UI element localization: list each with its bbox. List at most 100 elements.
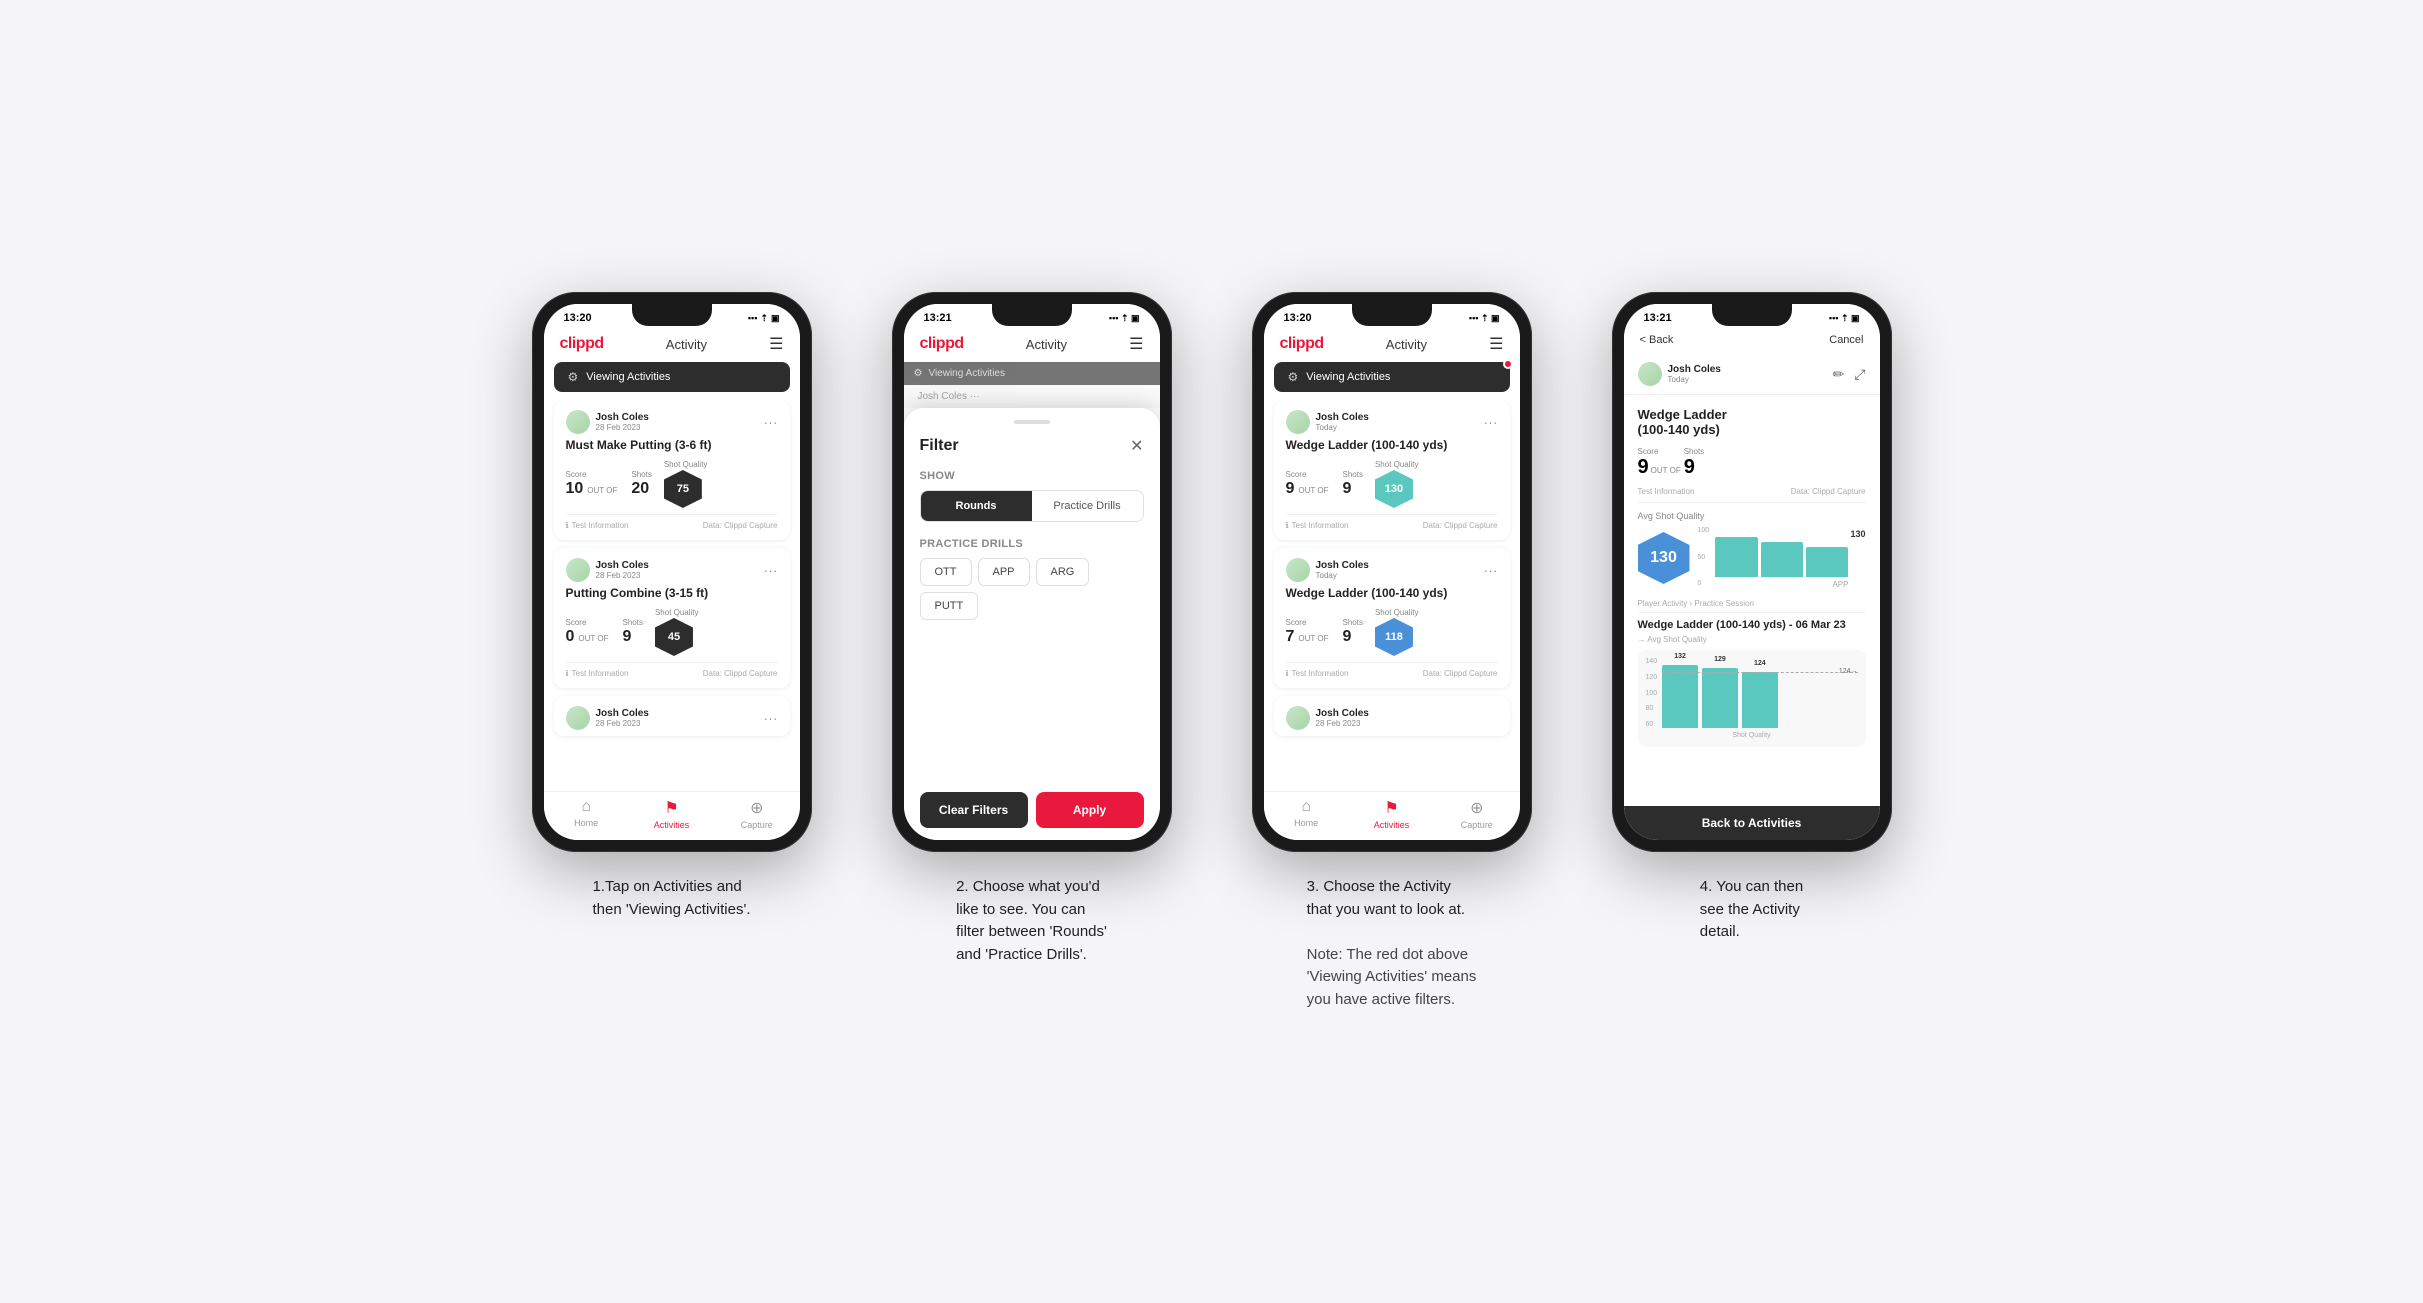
- activities-icon-3: ⚑: [1384, 798, 1398, 818]
- status-icons-2: ▪▪▪ ⇡ ▣: [1109, 313, 1140, 324]
- cancel-button[interactable]: Cancel: [1829, 334, 1863, 346]
- activity-card-2[interactable]: Josh Coles 28 Feb 2023 ··· Putting Combi…: [554, 548, 790, 688]
- shot-quality-badge-1: 75: [664, 470, 702, 508]
- avatar-3: [566, 706, 590, 730]
- drills-label: Practice Drills: [920, 538, 1144, 550]
- activity-title-2: Putting Combine (3-15 ft): [566, 586, 778, 600]
- stats-row-1: Score 10 OUT OF Shots 20: [566, 460, 778, 508]
- back-button[interactable]: < Back: [1640, 334, 1674, 346]
- user-name-2: Josh Coles: [596, 560, 649, 571]
- caption-1: 1.Tap on Activities and then 'Viewing Ac…: [592, 876, 750, 921]
- shots-label-1: Shots: [631, 470, 651, 479]
- score-value-2: 0: [566, 628, 575, 646]
- x-axis-label: Shot Quality: [1646, 732, 1858, 739]
- user-name-4: Josh Coles: [1668, 364, 1721, 375]
- chart-value-label: 130: [1850, 527, 1865, 539]
- user-date-3: 28 Feb 2023: [596, 719, 649, 728]
- nav-home-1[interactable]: ⌂ Home: [544, 798, 629, 830]
- score-label-1: Score: [566, 470, 620, 479]
- shots-value-2: 9: [622, 628, 642, 646]
- menu-icon-2[interactable]: ☰: [1129, 334, 1143, 354]
- apply-button[interactable]: Apply: [1036, 792, 1144, 828]
- sq-badge-3-1: 130: [1375, 470, 1413, 508]
- user-date-1: 28 Feb 2023: [596, 423, 649, 432]
- detail-content: Wedge Ladder(100-140 yds) Score 9 OUT OF: [1624, 395, 1880, 806]
- drill-putt[interactable]: PUTT: [920, 592, 979, 620]
- activity-card-3-2[interactable]: Josh Coles Today ··· Wedge Ladder (100-1…: [1274, 548, 1510, 688]
- mini-bar-2: [1761, 542, 1803, 577]
- edit-icon[interactable]: ✏: [1833, 366, 1845, 383]
- caption-2: 2. Choose what you'd like to see. You ca…: [956, 876, 1107, 966]
- activity-card-3-3-partial[interactable]: Josh Coles 28 Feb 2023: [1274, 696, 1510, 736]
- drill-grid: OTT APP ARG PUTT: [920, 558, 1144, 620]
- caption-4: 4. You can then see the Activity detail.: [1700, 876, 1803, 944]
- activity-card-3-partial[interactable]: Josh Coles 28 Feb 2023 ···: [554, 696, 790, 736]
- user-name-1: Josh Coles: [596, 412, 649, 423]
- toggle-rounds[interactable]: Rounds: [921, 491, 1032, 521]
- drill-arg[interactable]: ARG: [1036, 558, 1090, 586]
- app-header-3: clippd Activity ☰: [1264, 328, 1520, 362]
- card-footer-2: ℹ Test Information Data: Clippd Capture: [566, 662, 778, 678]
- home-icon-3: ⌂: [1301, 798, 1311, 816]
- avatar-1: [566, 410, 590, 434]
- app-header-1: clippd Activity ☰: [544, 328, 800, 362]
- viewing-banner-3[interactable]: ⚙ Viewing Activities: [1274, 362, 1510, 392]
- nav-activities-3[interactable]: ⚑ Activities: [1349, 798, 1434, 830]
- nav-capture-1[interactable]: ⊕ Capture: [714, 798, 799, 830]
- expand-icon[interactable]: ⤢: [1854, 366, 1865, 383]
- back-to-activities-button[interactable]: Back to Activities: [1624, 806, 1880, 840]
- nav-capture-3[interactable]: ⊕ Capture: [1434, 798, 1519, 830]
- close-button[interactable]: ✕: [1130, 436, 1143, 456]
- bottom-nav-1: ⌂ Home ⚑ Activities ⊕ Capture: [544, 791, 800, 840]
- viewing-banner-1[interactable]: ⚙ Viewing Activities: [554, 362, 790, 392]
- phone-1-screen: 13:20 ▪▪▪ ⇡ ▣ clippd Activity ☰ ⚙ View: [544, 304, 800, 840]
- footer-info-left-2: ℹ Test Information: [566, 669, 629, 678]
- menu-icon-1[interactable]: ☰: [769, 334, 783, 354]
- banner-text-1: Viewing Activities: [586, 371, 670, 383]
- y-axis-sub: 140 120 100 80 60: [1646, 658, 1658, 728]
- score-value-1: 10: [566, 480, 584, 498]
- filter-icon-3: ⚙: [1288, 370, 1299, 384]
- nav-activities-1[interactable]: ⚑ Activities: [629, 798, 714, 830]
- avatar-2: [566, 558, 590, 582]
- toggle-practice-drills[interactable]: Practice Drills: [1032, 491, 1143, 521]
- nav-home-3[interactable]: ⌂ Home: [1264, 798, 1349, 830]
- sq-badge-3-2: 118: [1375, 618, 1413, 656]
- user-info-2: Josh Coles 28 Feb 2023: [566, 558, 649, 582]
- red-dot-3: [1503, 359, 1513, 369]
- nav-home-label-1: Home: [574, 818, 598, 828]
- activity-card-1[interactable]: Josh Coles 28 Feb 2023 ··· Must Make Put…: [554, 400, 790, 540]
- shot-quality-badge-2: 45: [655, 618, 693, 656]
- card-header-1: Josh Coles 28 Feb 2023 ···: [566, 410, 778, 434]
- more-icon-2[interactable]: ···: [764, 562, 778, 578]
- sq-hexagon-large: 130: [1638, 532, 1690, 584]
- user-name-3: Josh Coles: [596, 708, 649, 719]
- step-1-column: 13:20 ▪▪▪ ⇡ ▣ clippd Activity ☰ ⚙ View: [512, 292, 832, 921]
- activity-card-3-1[interactable]: Josh Coles Today ··· Wedge Ladder (100-1…: [1274, 400, 1510, 540]
- y-axis-1: 100 50 0: [1698, 527, 1710, 587]
- menu-icon-3[interactable]: ☰: [1489, 334, 1503, 354]
- bar-1: 132: [1662, 665, 1698, 728]
- avatar-4: [1638, 362, 1662, 386]
- more-icon-1[interactable]: ···: [764, 414, 778, 430]
- phone-notch-2: [992, 304, 1072, 326]
- shots-val-3-1: 9: [1342, 480, 1362, 498]
- phone-4-screen: 13:21 ▪▪▪ ⇡ ▣ < Back Cancel Josh Coles: [1624, 304, 1880, 840]
- clear-filters-button[interactable]: Clear Filters: [920, 792, 1028, 828]
- blurred-bg-2: ⚙ Viewing Activities: [904, 362, 1160, 385]
- bar-chart-bars: 124→ 132 129 124: [1662, 658, 1857, 728]
- drill-ott[interactable]: OTT: [920, 558, 972, 586]
- status-time-2: 13:21: [924, 312, 952, 324]
- drill-app[interactable]: APP: [978, 558, 1030, 586]
- mini-bar-1: [1715, 537, 1757, 577]
- stats-row-3-1: Score 9 OUT OF Shots 9: [1286, 460, 1498, 508]
- logo-1: clippd: [560, 335, 604, 353]
- status-time-4: 13:21: [1644, 312, 1672, 324]
- mini-bar-3: [1806, 547, 1848, 577]
- stats-row-2: Score 0 OUT OF Shots 9: [566, 608, 778, 656]
- nav-capture-label-1: Capture: [741, 820, 773, 830]
- card-header-3: Josh Coles 28 Feb 2023 ···: [566, 706, 778, 730]
- josh-partial-2: Josh Coles ···: [904, 385, 1160, 408]
- user-date-3-2: Today: [1316, 571, 1369, 580]
- detail-activity-title: Wedge Ladder(100-140 yds): [1638, 407, 1727, 437]
